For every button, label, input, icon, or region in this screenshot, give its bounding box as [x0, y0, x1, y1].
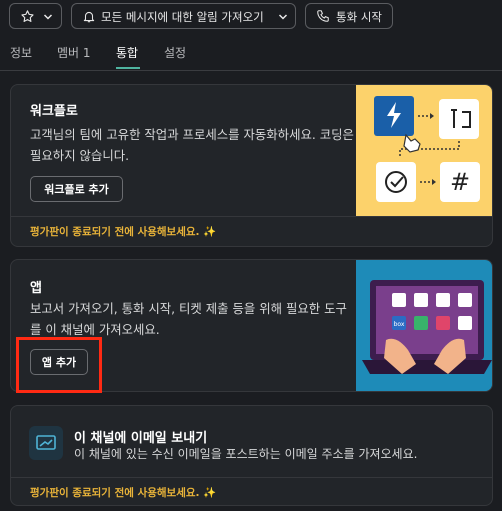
tab-integrations[interactable]: 통합 [116, 44, 138, 61]
bell-icon [82, 9, 96, 24]
star-icon [20, 9, 35, 24]
email-icon-tile [29, 426, 63, 460]
email-description: 이 채널에 있는 수신 이메일을 포스트하는 이메일 주소를 가져오세요. [74, 447, 418, 461]
notification-settings-button[interactable]: 모든 메시지에 대한 알림 가져오기 [71, 3, 296, 29]
add-workflow-button[interactable]: 워크플로 추가 [30, 176, 123, 202]
phone-icon [316, 9, 330, 23]
apps-title: 앱 [30, 281, 42, 296]
tab-members[interactable]: 멤버 1 [57, 44, 91, 61]
start-call-button[interactable]: 통화 시작 [305, 3, 393, 29]
chevron-down-icon [43, 12, 53, 22]
channel-header-bar: 모든 메시지에 대한 알림 가져오기 통화 시작 [0, 0, 502, 34]
mail-forward-icon [36, 435, 56, 450]
workflow-description: 고객님의 팀에 고유한 작업과 프로세스를 자동화하세요. 코딩은 필요하지 않… [30, 127, 354, 163]
email-card: 이 채널에 이메일 보내기 이 채널에 있는 수신 이메일을 포스트하는 이메일… [10, 405, 493, 506]
highlight-box [16, 337, 102, 393]
workflow-card: 워크플로 고객님의 팀에 고유한 작업과 프로세스를 자동화하세요. 코딩은 필… [10, 84, 493, 247]
star-dropdown-button[interactable] [9, 3, 62, 29]
workflow-trial-notice: 평가판이 종료되기 전에 사용해보세요. ✨ [11, 216, 492, 245]
svg-text:#: # [450, 168, 470, 196]
workflow-title: 워크플로 [30, 104, 78, 119]
apps-illustration: box [356, 260, 492, 391]
email-trial-notice: 평가판이 종료되기 전에 사용해보세요. ✨ [11, 477, 492, 505]
active-tab-indicator [116, 67, 140, 69]
box-tile-text: box [394, 321, 405, 328]
notification-label: 모든 메시지에 대한 알림 가져오기 [101, 10, 264, 24]
channel-tabs: 정보 멤버 1 통합 설정 [0, 34, 502, 71]
start-call-label: 통화 시작 [336, 10, 382, 24]
chevron-down-icon [278, 12, 288, 22]
workflow-illustration: # [356, 85, 492, 216]
tab-settings[interactable]: 설정 [164, 44, 186, 61]
apps-description: 보고서 가져오기, 통화 시작, 티켓 제출 등을 위해 필요한 도구를 이 채… [30, 301, 347, 337]
tab-about[interactable]: 정보 [10, 44, 32, 61]
